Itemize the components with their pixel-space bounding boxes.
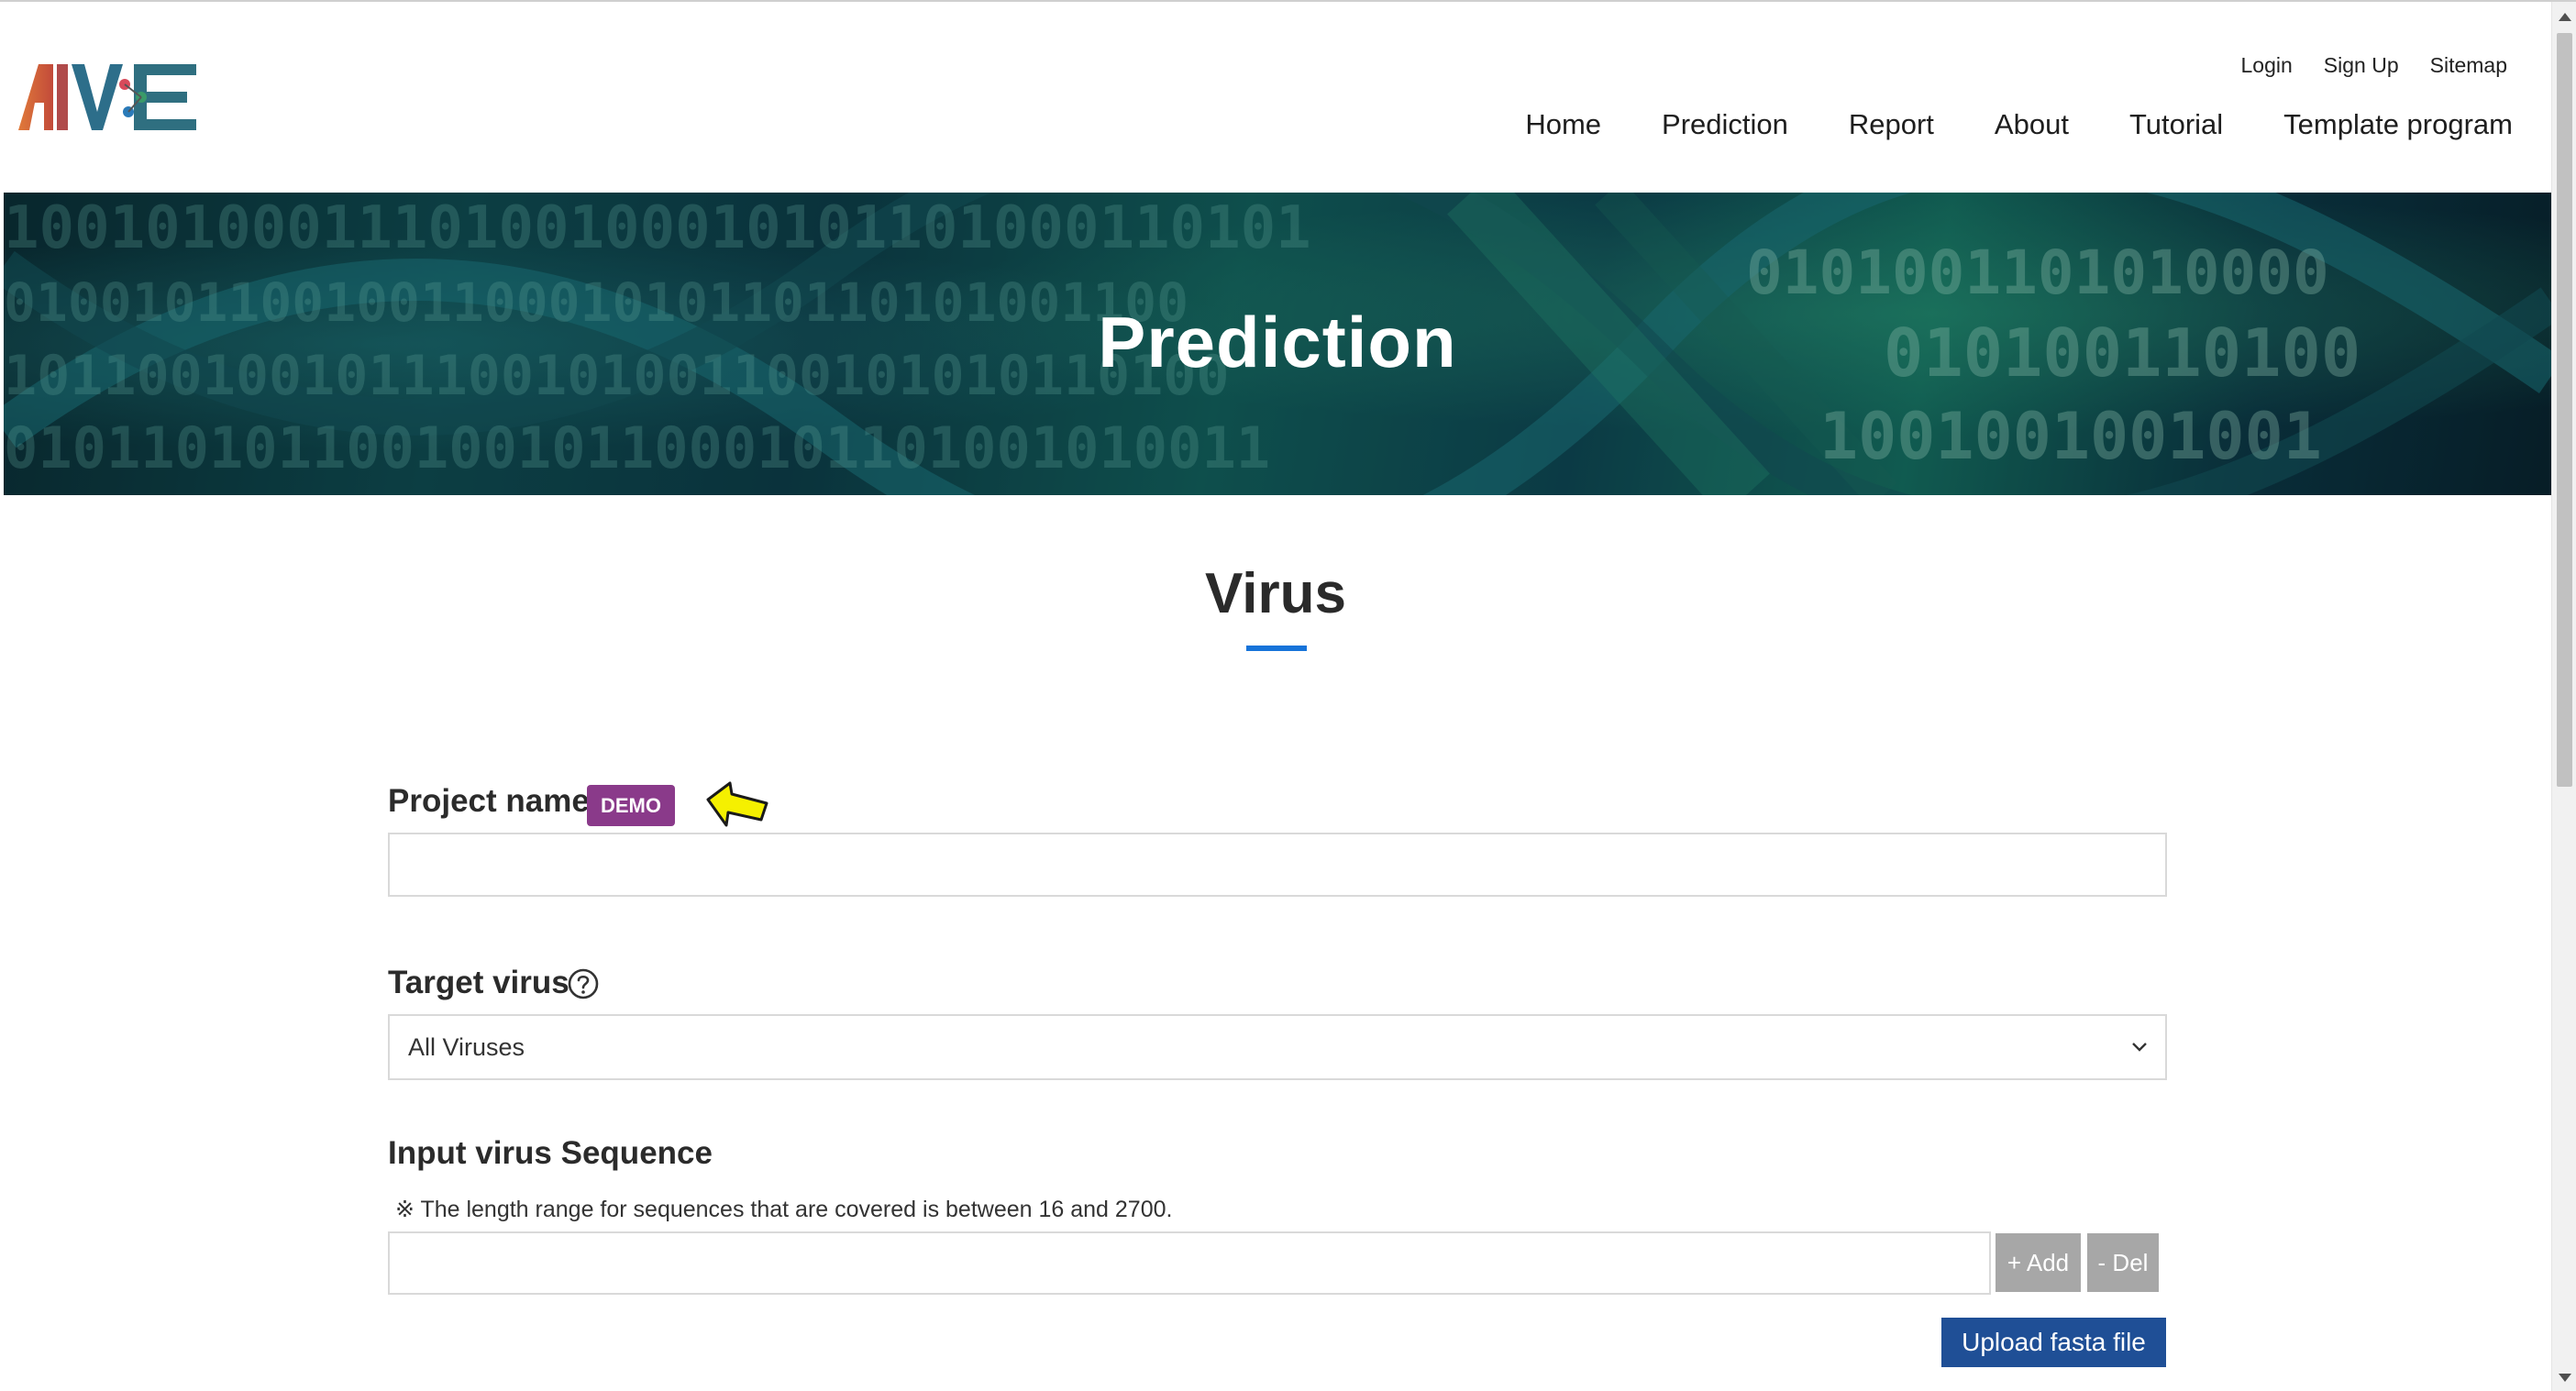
target-virus-selected-value: All Viruses	[408, 1032, 525, 1061]
nav-prediction[interactable]: Prediction	[1662, 108, 1788, 141]
vertical-scrollbar[interactable]	[2551, 2, 2576, 1391]
page-banner: 1001010001110100100010101101000110101 01…	[4, 193, 2551, 495]
sitemap-link[interactable]: Sitemap	[2430, 53, 2507, 78]
project-name-label: Project name	[388, 783, 590, 819]
page-title: Virus	[1205, 562, 1346, 625]
delete-sequence-button[interactable]: - Del	[2087, 1233, 2159, 1292]
left-arrow-icon	[706, 781, 768, 827]
demo-button[interactable]: DEMO	[587, 785, 675, 826]
site-header: Login Sign Up Sitemap Home Prediction Re…	[0, 2, 2551, 193]
banner-title: Prediction	[1098, 302, 1457, 382]
question-circle-icon[interactable]	[567, 967, 600, 1000]
add-sequence-button[interactable]: + Add	[1996, 1233, 2081, 1292]
nav-tutorial[interactable]: Tutorial	[2129, 108, 2223, 141]
target-virus-select[interactable]: All Viruses	[388, 1014, 2167, 1080]
nav-report[interactable]: Report	[1849, 108, 1934, 141]
title-underline	[1246, 646, 1307, 651]
sequence-length-note: ※ The length range for sequences that ar…	[395, 1197, 1173, 1222]
main-nav: Home Prediction Report About Tutorial Te…	[1525, 108, 2513, 141]
nav-about[interactable]: About	[1995, 108, 2069, 141]
upload-fasta-button[interactable]: Upload fasta file	[1941, 1318, 2166, 1367]
project-name-input[interactable]	[388, 833, 2167, 897]
chevron-down-icon	[2132, 1043, 2147, 1052]
signup-link[interactable]: Sign Up	[2324, 53, 2399, 78]
nav-template-program[interactable]: Template program	[2283, 108, 2513, 141]
sequence-input[interactable]	[388, 1231, 1991, 1295]
scroll-down-icon[interactable]	[2559, 1374, 2571, 1382]
sequence-label: Input virus Sequence	[388, 1135, 713, 1171]
target-virus-label: Target virus	[388, 965, 569, 1000]
scroll-up-icon[interactable]	[2559, 13, 2571, 21]
aive-logo[interactable]	[17, 59, 200, 134]
page: Login Sign Up Sitemap Home Prediction Re…	[0, 0, 2576, 1391]
utility-nav: Login Sign Up Sitemap	[2241, 53, 2507, 78]
login-link[interactable]: Login	[2241, 53, 2293, 78]
scrollbar-thumb[interactable]	[2557, 33, 2572, 787]
nav-home[interactable]: Home	[1525, 108, 1601, 141]
